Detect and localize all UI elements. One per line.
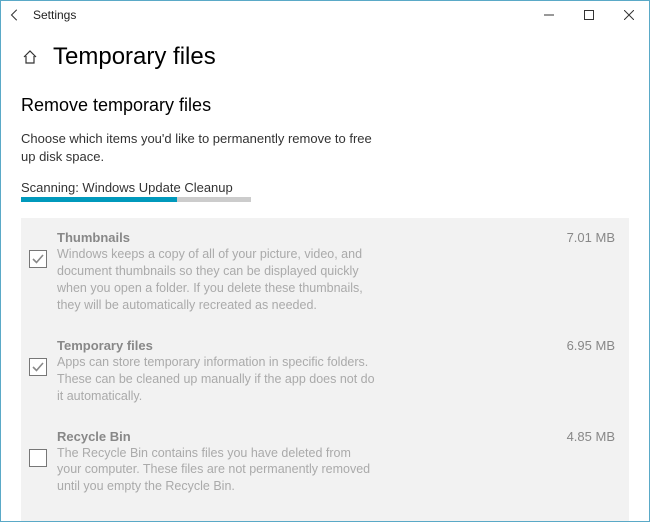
item-title: Recycle Bin	[57, 429, 131, 444]
checkbox[interactable]	[29, 250, 47, 268]
checkbox[interactable]	[29, 358, 47, 376]
progress-fill	[21, 197, 177, 202]
item-header: Thumbnails 7.01 MB	[57, 230, 615, 245]
item-header: Temporary files 6.95 MB	[57, 338, 615, 353]
item-size: 6.95 MB	[567, 338, 615, 353]
section-description: Choose which items you'd like to permane…	[21, 130, 381, 166]
list-item: Recycle Bin 4.85 MB The Recycle Bin contai…	[21, 417, 629, 508]
item-size: 4.85 MB	[567, 429, 615, 444]
page-header: Temporary files	[21, 43, 629, 71]
settings-window: Settings Temporary files Remove temporar…	[0, 0, 650, 522]
home-button[interactable]	[21, 48, 39, 66]
item-description: Windows keeps a copy of all of your pict…	[57, 246, 377, 314]
item-body: Temporary files 6.95 MB Apps can store tem…	[57, 338, 615, 405]
item-size: 20.4 GB	[567, 519, 615, 521]
item-description: The Recycle Bin contains files you have …	[57, 445, 377, 496]
checkbox[interactable]	[29, 449, 47, 467]
titlebar: Settings	[1, 1, 649, 29]
item-body: Thumbnails 7.01 MB Windows keeps a copy of…	[57, 230, 615, 314]
page-title: Temporary files	[53, 43, 216, 71]
item-size: 7.01 MB	[567, 230, 615, 245]
list-item: Thumbnails 7.01 MB Windows keeps a copy of…	[21, 218, 629, 326]
item-body: Recycle Bin 4.85 MB The Recycle Bin contai…	[57, 429, 615, 496]
maximize-button[interactable]	[569, 1, 609, 29]
item-title: Previous Windows installation(s)	[57, 519, 261, 521]
minimize-button[interactable]	[529, 1, 569, 29]
app-name: Settings	[33, 8, 76, 22]
home-icon	[22, 49, 38, 65]
minimize-icon	[544, 10, 554, 20]
section-heading: Remove temporary files	[21, 95, 629, 116]
item-title: Thumbnails	[57, 230, 130, 245]
close-icon	[624, 10, 634, 20]
content-area: Temporary files Remove temporary files C…	[1, 29, 649, 521]
checkmark-icon	[32, 361, 44, 373]
close-button[interactable]	[609, 1, 649, 29]
maximize-icon	[584, 10, 594, 20]
back-arrow-icon	[8, 8, 22, 22]
list-item: Previous Windows installation(s)20.4 GBF…	[21, 507, 629, 521]
item-body: Previous Windows installation(s)20.4 GBF…	[57, 519, 615, 521]
back-button[interactable]	[7, 7, 23, 23]
items-container: Thumbnails 7.01 MB Windows keeps a copy of…	[21, 218, 629, 521]
titlebar-left: Settings	[7, 7, 76, 23]
checkmark-icon	[32, 253, 44, 265]
window-controls	[529, 1, 649, 29]
progress-bar	[21, 197, 251, 202]
list-item: Temporary files 6.95 MB Apps can store tem…	[21, 326, 629, 417]
item-title: Temporary files	[57, 338, 153, 353]
item-description: Apps can store temporary information in …	[57, 354, 377, 405]
item-header: Previous Windows installation(s) 20.4 GB	[57, 519, 615, 521]
item-header: Recycle Bin 4.85 MB	[57, 429, 615, 444]
scan-status: Scanning: Windows Update Cleanup	[21, 180, 629, 195]
items-panel: Thumbnails 7.01 MB Windows keeps a copy of…	[21, 218, 629, 521]
